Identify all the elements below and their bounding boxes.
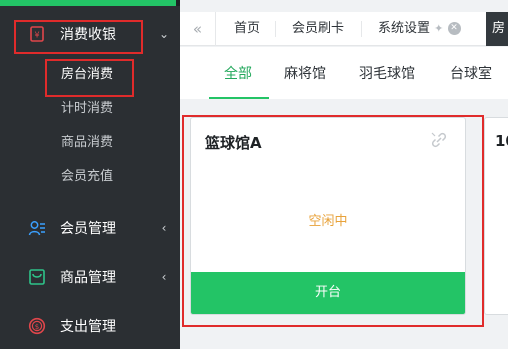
tab-strip: « 首页 会员刷卡 系统设置 ✦ ✕ 房: [180, 12, 508, 46]
category-all[interactable]: 全部: [224, 63, 252, 83]
category-mahjong[interactable]: 麻将馆: [284, 63, 326, 83]
category-bar: 全部 麻将馆 羽毛球馆 台球室: [180, 47, 508, 99]
sidebar-group-members[interactable]: 会员管理 ‹: [20, 210, 180, 246]
sidebar-group-cashier[interactable]: ¥ 消费收银 ⌄: [20, 16, 180, 52]
room-status: 空闲中: [308, 214, 348, 229]
products-icon: [28, 268, 46, 286]
category-billiards[interactable]: 台球室: [450, 63, 492, 83]
tab-separator: [275, 21, 276, 37]
sidebar-item-timed-consumption[interactable]: 计时消费: [61, 97, 113, 121]
open-table-button[interactable]: 开台: [191, 272, 465, 314]
close-icon[interactable]: ✕: [447, 22, 461, 35]
tab-room-consumption[interactable]: 房: [486, 12, 508, 46]
expense-icon: $: [28, 317, 46, 335]
sidebar-group-label: 消费收银: [60, 27, 116, 43]
category-active-indicator: [209, 97, 269, 99]
tab-system-settings[interactable]: 系统设置 ✦ ✕: [378, 12, 461, 46]
double-chevron-left-icon[interactable]: «: [180, 12, 216, 46]
sidebar-item-product-consumption[interactable]: 商品消费: [61, 131, 113, 155]
tab-label: 系统设置: [378, 21, 431, 36]
main-content: 全部 麻将馆 羽毛球馆 台球室 篮球馆A 空闲中 开台 10: [180, 47, 508, 349]
tab-home[interactable]: 首页: [234, 12, 260, 46]
sidebar-item-member-recharge[interactable]: 会员充值: [61, 165, 113, 189]
sidebar-group-products[interactable]: 商品管理 ‹: [20, 259, 180, 295]
unlink-icon[interactable]: [429, 130, 449, 154]
room-card-partial[interactable]: 10: [484, 117, 508, 315]
sidebar: ¥ 消费收银 ⌄ 房台消费 计时消费 商品消费 会员充值 会员管理 ‹ 商品管理…: [0, 0, 180, 349]
chevron-left-icon: ‹: [161, 270, 167, 284]
svg-text:¥: ¥: [34, 31, 39, 40]
sidebar-item-room-consumption[interactable]: 房台消费: [61, 63, 113, 87]
category-badminton[interactable]: 羽毛球馆: [359, 63, 415, 83]
sidebar-group-expense[interactable]: $ 支出管理: [20, 308, 180, 344]
sidebar-group-label: 支出管理: [60, 319, 116, 335]
svg-text:$: $: [35, 323, 39, 331]
room-card-title: 篮球馆A: [205, 134, 262, 152]
pin-icon[interactable]: ✦: [434, 22, 443, 35]
room-card[interactable]: 篮球馆A 空闲中 开台: [190, 117, 466, 315]
sidebar-topbar-accent: [0, 0, 176, 6]
cashier-icon: ¥: [28, 25, 46, 43]
sidebar-group-label: 会员管理: [60, 221, 116, 237]
sidebar-group-label: 商品管理: [60, 270, 116, 286]
chevron-left-icon: ‹: [161, 221, 167, 235]
members-icon: [28, 219, 46, 237]
room-card-title: 10: [495, 132, 508, 150]
tab-separator: [361, 21, 362, 37]
tab-member-card[interactable]: 会员刷卡: [292, 12, 344, 46]
chevron-down-icon: ⌄: [158, 27, 170, 41]
sidebar-topbar: [0, 0, 180, 6]
